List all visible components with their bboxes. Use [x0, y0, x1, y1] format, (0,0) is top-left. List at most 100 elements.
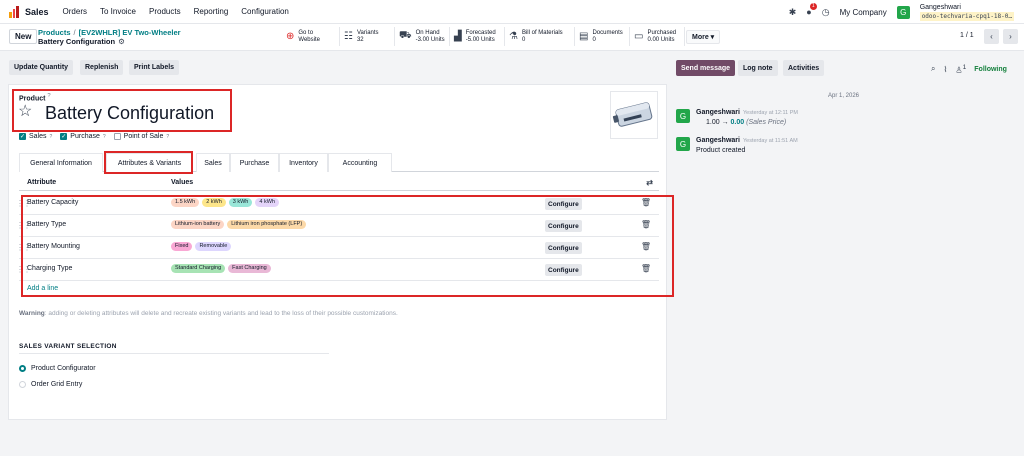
top-navbar: Sales Orders To Invoice Products Reporti… [0, 0, 1024, 24]
tab-accounting[interactable]: Accounting [328, 153, 392, 172]
menu-reporting[interactable]: Reporting [194, 7, 229, 16]
smart-label: Purchased [647, 29, 677, 36]
control-panel: New Products / [EV2WHLR] EV Two-Wheeler Ba… [0, 24, 1024, 51]
smart-label: Go to [298, 29, 314, 36]
column-values[interactable]: Values [171, 179, 193, 186]
smart-value: 32 [356, 36, 364, 43]
purchase-checkbox[interactable]: ✓ Purchase? [60, 133, 106, 140]
pager-value[interactable]: 1 / 1 [960, 32, 974, 39]
avatar[interactable]: G [676, 137, 690, 151]
product-flags: ✓ Sales? ✓ Purchase? Point of Sale? [19, 133, 169, 140]
tab-highlight-box [104, 151, 193, 174]
follower-count: 1 [962, 64, 967, 71]
bug-icon[interactable]: ✱ [789, 7, 797, 18]
radio-label: Order Grid Entry [31, 381, 83, 388]
log-note-button[interactable]: Log note [738, 60, 778, 76]
breadcrumb-ev-two-wheeler[interactable]: [EV2WHLR] EV Two-Wheeler [79, 28, 181, 37]
documents-icon: ▤ [579, 31, 589, 42]
avatar[interactable]: G [676, 109, 690, 123]
message-time: Yesterday at 11:51 AM [742, 138, 798, 144]
app-name[interactable]: Sales [25, 7, 49, 17]
breadcrumb-products[interactable]: Products [38, 28, 71, 37]
replenish-button[interactable]: Replenish [80, 60, 124, 75]
notification-badge: 1 [809, 3, 817, 10]
smart-label: Bill of Materials [521, 29, 563, 36]
user-menu[interactable]: Gangeshwari odoo-techvaria-cpq1-18-0… [919, 3, 1014, 21]
breadcrumb-separator: / [73, 28, 76, 37]
new-button[interactable]: New [9, 29, 38, 44]
smart-value: 0 [592, 36, 596, 43]
help-tooltip-icon[interactable]: ? [47, 93, 50, 99]
radio-order-grid-entry[interactable]: Order Grid Entry [19, 381, 82, 388]
message-time: Yesterday at 12:11 PM [742, 110, 799, 116]
breadcrumb-current: Battery Configuration [38, 37, 116, 46]
smart-button-on-hand[interactable]: ⛟ On Hand -3.00 Units [395, 27, 450, 46]
chatter-toolbar: ⌕ ⌇ ♙1 Following [931, 64, 1007, 75]
help-tooltip-icon[interactable]: ? [166, 134, 169, 140]
company-switcher[interactable]: My Company [840, 8, 887, 17]
menu-products[interactable]: Products [149, 7, 181, 16]
radio-unselected-icon [19, 381, 26, 388]
more-button[interactable]: More ▾ [686, 30, 721, 44]
menu-to-invoice[interactable]: To Invoice [100, 7, 136, 16]
gear-icon[interactable]: ⚙ [118, 37, 125, 46]
menu-configuration[interactable]: Configuration [241, 7, 289, 16]
chatter-panel: Send message Log note Activities ⌕ ⌇ ♙1 … [667, 51, 1024, 456]
bom-icon: ⚗ [509, 31, 518, 42]
send-message-button[interactable]: Send message [676, 60, 736, 76]
menu-orders[interactable]: Orders [63, 7, 87, 16]
clock-icon[interactable]: ◷ [822, 7, 830, 18]
product-title-input[interactable]: Battery Configuration [45, 103, 214, 123]
search-icon[interactable]: ⌕ [931, 64, 935, 74]
product-image[interactable] [610, 91, 658, 139]
database-name: odoo-techvaria-cpq1-18-0… [919, 12, 1014, 21]
paperclip-icon[interactable]: ⌇ [943, 65, 947, 74]
sales-app-icon[interactable] [9, 5, 20, 18]
smart-label: Variants [356, 29, 379, 36]
tab-purchase[interactable]: Purchase [230, 153, 279, 172]
author-name: Gangeshwari [696, 137, 740, 144]
attributes-table-header: Attribute Values ⇄ [19, 176, 659, 191]
checkbox-checked-icon: ✓ [60, 133, 68, 140]
pager-previous-icon[interactable]: ‹ [984, 29, 999, 44]
followers-icon[interactable]: ♙1 [955, 64, 966, 75]
checkbox-label: Point of Sale [123, 133, 164, 140]
smart-label: Forecasted [465, 29, 496, 36]
pager-next-icon[interactable]: › [1003, 29, 1018, 44]
smart-button-documents[interactable]: ▤ Documents 0 [575, 27, 630, 46]
tab-general-information[interactable]: General Information [19, 153, 103, 172]
help-tooltip-icon[interactable]: ? [103, 134, 106, 140]
following-button[interactable]: Following [974, 66, 1007, 73]
warning-note: Warning: adding or deleting attributes w… [19, 310, 398, 317]
globe-icon: ⊕ [286, 31, 295, 42]
tab-sales[interactable]: Sales [196, 153, 230, 172]
smart-button-forecasted[interactable]: ▟ Forecasted -5.00 Units [450, 27, 505, 46]
user-avatar[interactable]: G [896, 5, 910, 19]
user-name: Gangeshwari [919, 4, 961, 11]
radio-product-configurator[interactable]: Product Configurator [19, 365, 96, 372]
checkbox-label: Sales [29, 133, 47, 140]
column-toggle-icon[interactable]: ⇄ [646, 178, 653, 187]
favorite-star-icon[interactable]: ☆ [18, 104, 32, 120]
variants-icon: ☷ [344, 31, 353, 42]
tab-inventory[interactable]: Inventory [279, 153, 328, 172]
update-quantity-button[interactable]: Update Quantity [9, 60, 74, 75]
column-attribute[interactable]: Attribute [27, 179, 56, 186]
breadcrumb: Products / [EV2WHLR] EV Two-Wheeler Batter… [38, 28, 181, 46]
sales-checkbox[interactable]: ✓ Sales? [19, 133, 52, 140]
radio-selected-icon [19, 365, 26, 372]
smart-button-bom[interactable]: ⚗ Bill of Materials 0 [505, 27, 575, 46]
rows-highlight-box [21, 195, 674, 297]
smart-value: -5.00 Units [465, 36, 495, 43]
new-value: 0.00 [730, 119, 745, 126]
help-tooltip-icon[interactable]: ? [50, 134, 53, 140]
smart-button-website[interactable]: ⊕ Go to Website [282, 27, 340, 46]
smart-button-purchased[interactable]: ▭ Purchased 0.00 Units [630, 27, 685, 46]
print-labels-button[interactable]: Print Labels [129, 60, 180, 75]
message-author: Gangeshwari Yesterday at 12:11 PM [696, 109, 798, 116]
arrow-icon: → [721, 119, 729, 126]
chat-icon[interactable]: ● 1 [806, 3, 817, 17]
smart-button-variants[interactable]: ☷ Variants 32 [340, 27, 395, 46]
point-of-sale-checkbox[interactable]: Point of Sale? [113, 133, 169, 140]
activities-button[interactable]: Activities [783, 60, 825, 76]
